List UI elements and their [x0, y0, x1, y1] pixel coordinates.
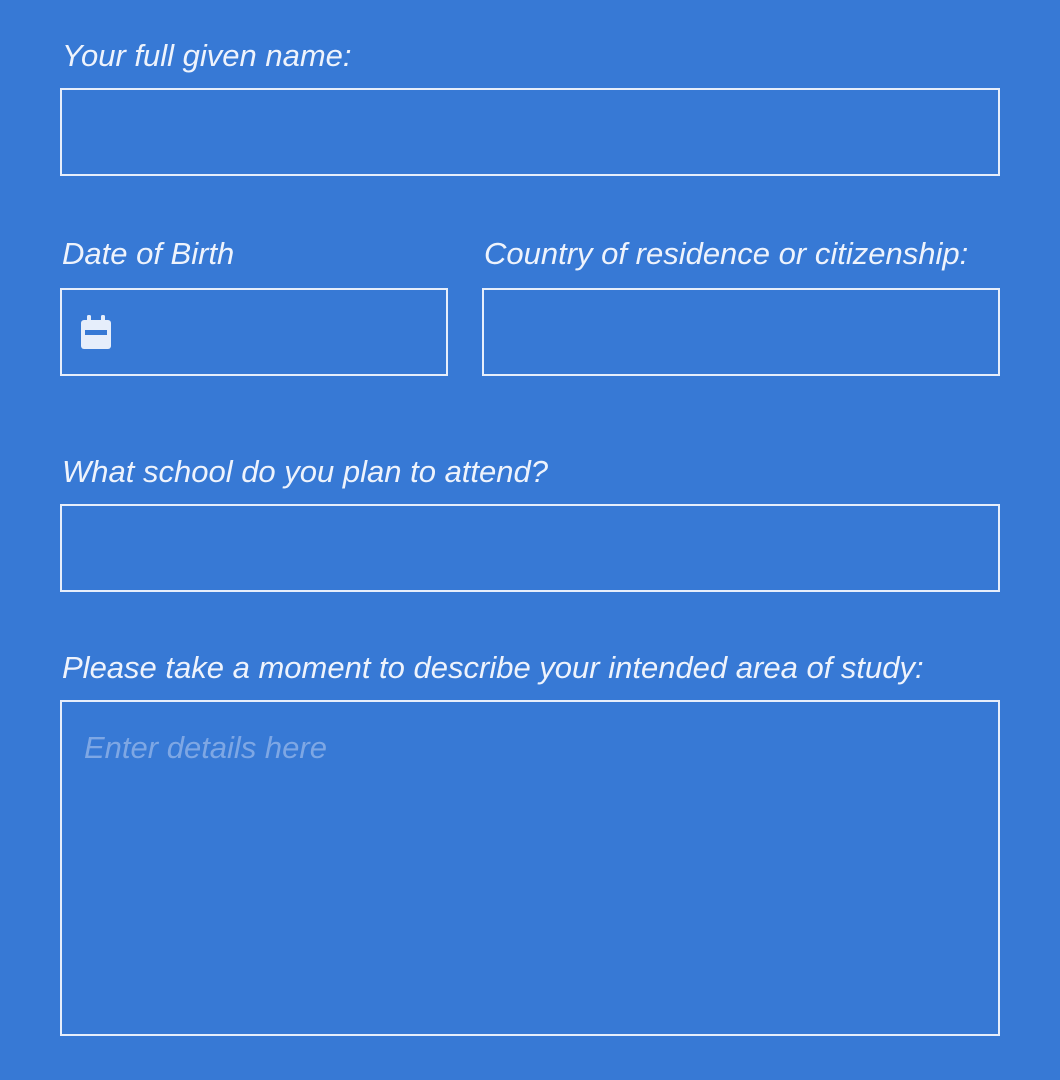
- date-of-birth-input[interactable]: [128, 290, 446, 374]
- date-of-birth-label: Date of Birth: [62, 236, 235, 271]
- country-label: Country of residence or citizenship:: [484, 236, 969, 271]
- area-of-study-label: Please take a moment to describe your in…: [62, 650, 924, 685]
- school-label: What school do you plan to attend?: [62, 454, 548, 489]
- date-of-birth-field[interactable]: [60, 288, 448, 376]
- full-name-input[interactable]: [60, 88, 1000, 176]
- calendar-icon[interactable]: [81, 315, 111, 349]
- country-input[interactable]: [482, 288, 1000, 376]
- full-name-label: Your full given name:: [62, 38, 352, 73]
- application-form: Your full given name: Date of Birth Coun…: [0, 0, 1060, 1080]
- area-of-study-textarea[interactable]: [60, 700, 1000, 1036]
- school-input[interactable]: [60, 504, 1000, 592]
